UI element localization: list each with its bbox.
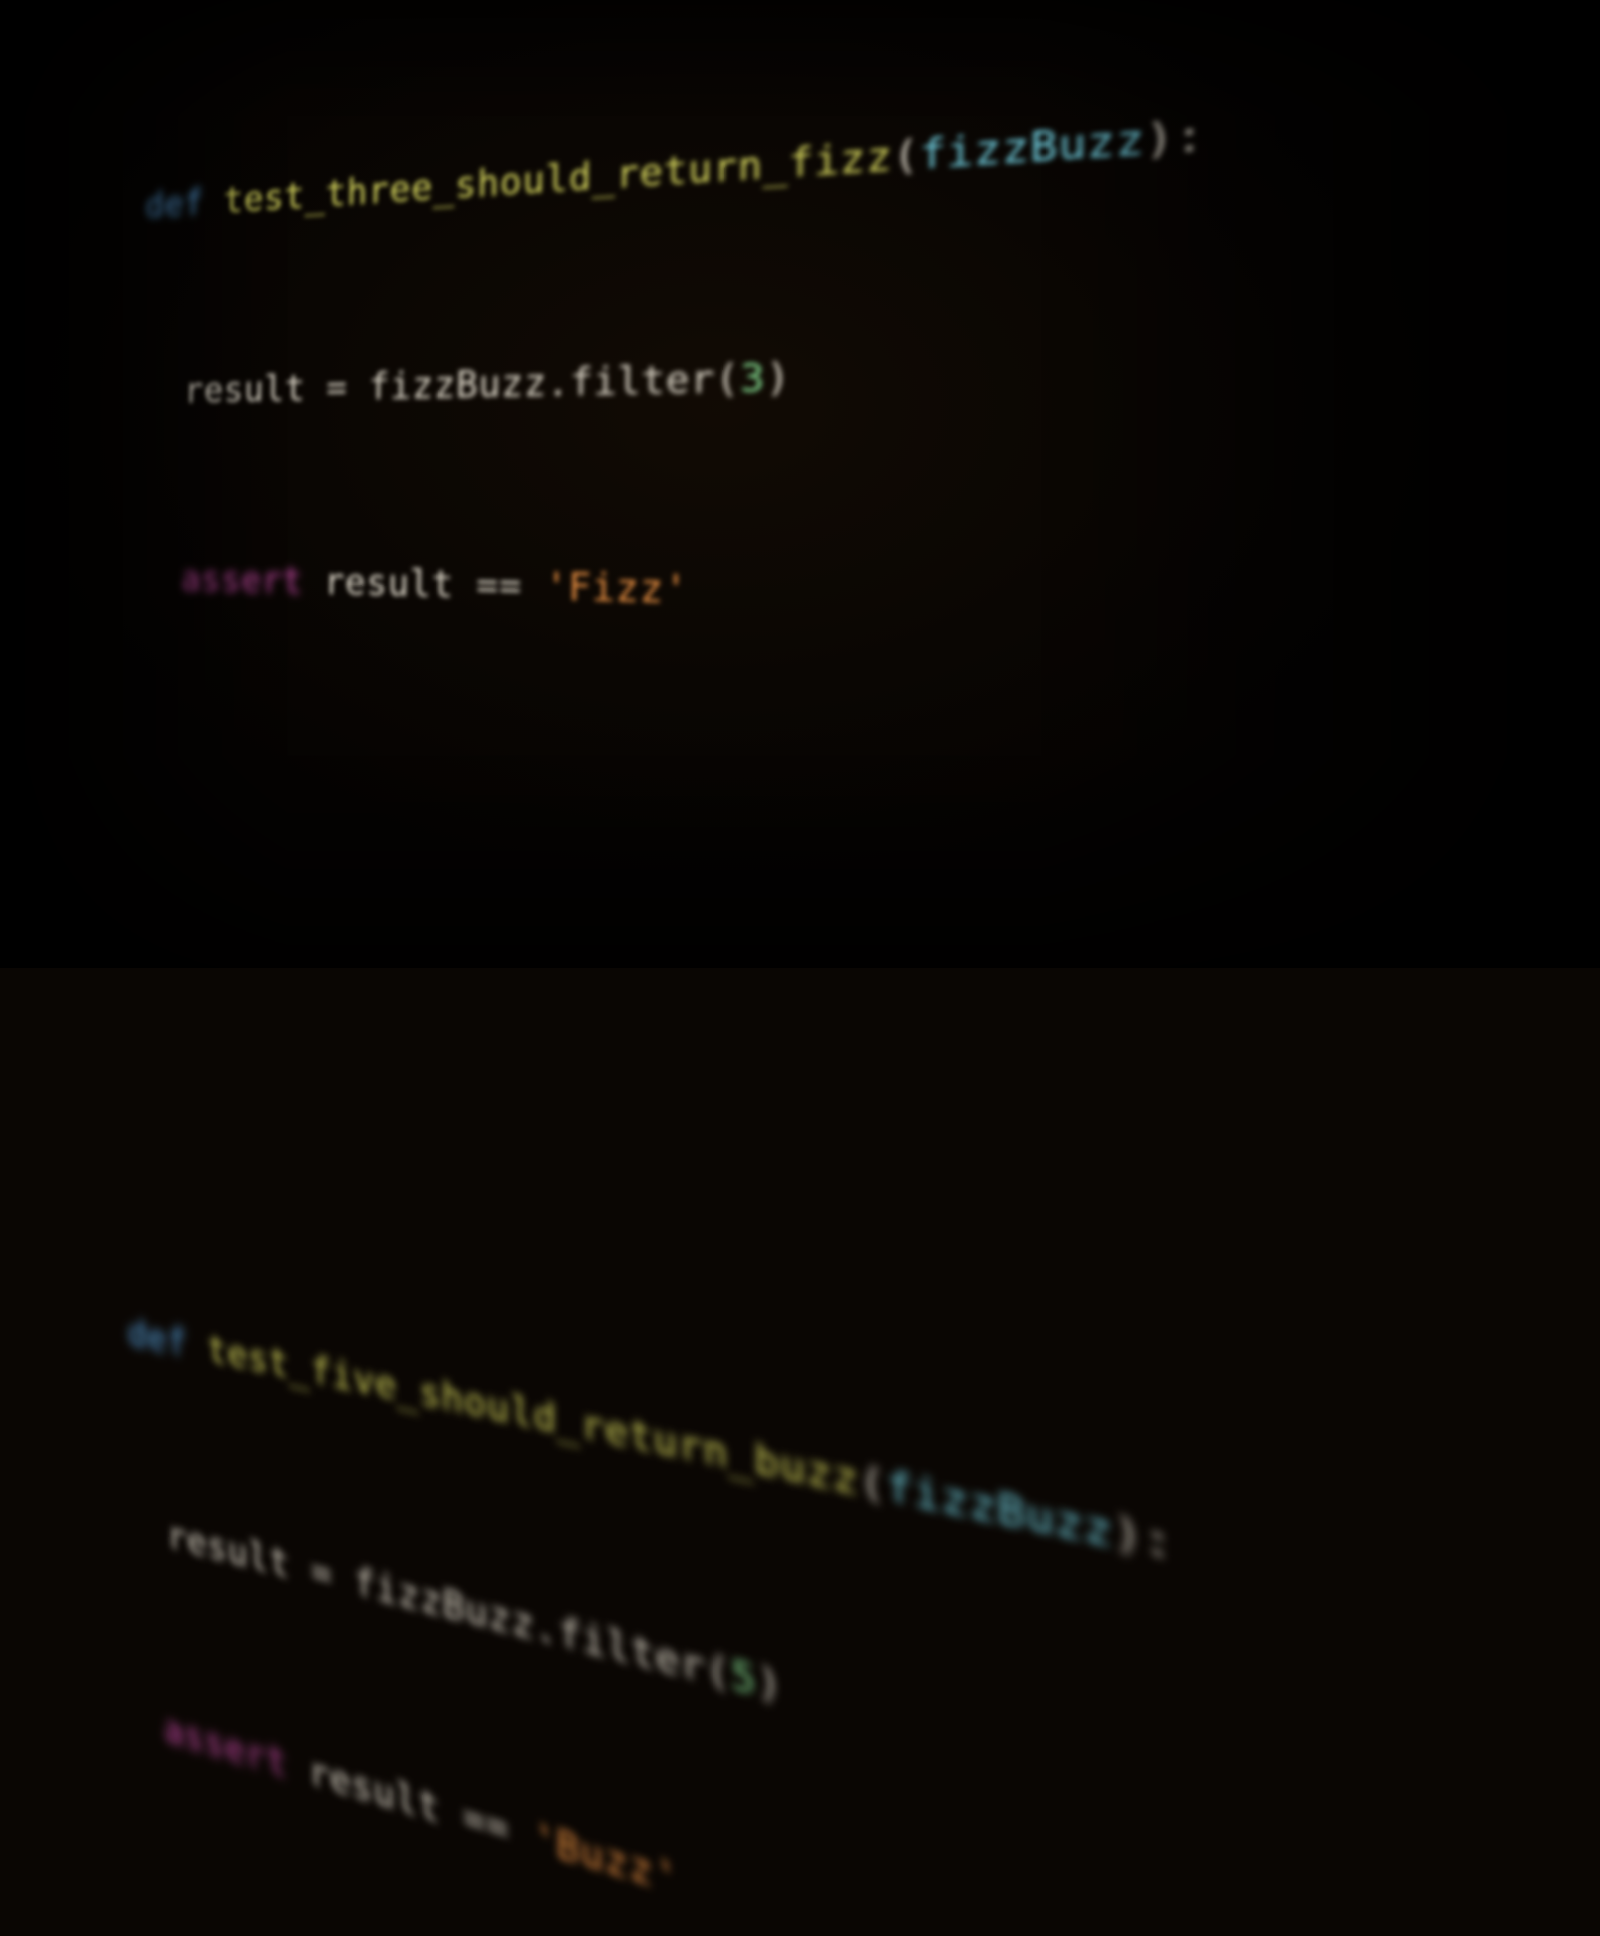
line-gutter xyxy=(0,1494,83,1525)
keyword-def: def xyxy=(127,1312,187,1366)
keyword-assert: assert xyxy=(181,558,303,603)
code-content: def test_three_should_return_fizz(fizzBu… xyxy=(104,0,1600,240)
line-gutter xyxy=(0,1311,86,1336)
function-name: test_five_should_return_buzz xyxy=(207,1328,860,1506)
keyword-def: def xyxy=(145,182,204,227)
code-content: result = fizzBuzz.filter(3) xyxy=(101,281,1600,424)
line-gutter xyxy=(0,585,98,588)
function-name: test_three_should_return_fizz xyxy=(223,133,893,222)
code-line: result = fizzBuzz.filter(3) xyxy=(0,281,1600,426)
code-content: assert result == 'Fizz' xyxy=(98,547,1600,693)
number-literal: 5 xyxy=(730,1651,756,1706)
line-gutter xyxy=(0,404,101,406)
string-literal: 'Fizz' xyxy=(545,565,689,614)
code-line: result = fizzBuzz.filter(5) xyxy=(0,1453,1600,1936)
parameter: fizzBuzz xyxy=(886,1462,1113,1559)
parameter: fizzBuzz xyxy=(919,116,1145,180)
keyword-assert: assert xyxy=(164,1708,288,1788)
identifier: result xyxy=(167,1514,290,1588)
string-literal: 'Buzz' xyxy=(532,1814,678,1904)
code-line: assert result == 'Fizz' xyxy=(0,545,1600,693)
monitor-viewport: def test_three_should_return_fizz(fizzBu… xyxy=(0,0,1600,968)
line-gutter xyxy=(0,1679,80,1716)
number-literal: 3 xyxy=(740,355,766,402)
code-sheet: def test_three_should_return_fizz(fizzBu… xyxy=(0,0,1600,1936)
line-gutter xyxy=(0,220,104,228)
code-line: def test_three_should_return_fizz(fizzBu… xyxy=(0,0,1600,247)
identifier: result xyxy=(184,367,306,412)
